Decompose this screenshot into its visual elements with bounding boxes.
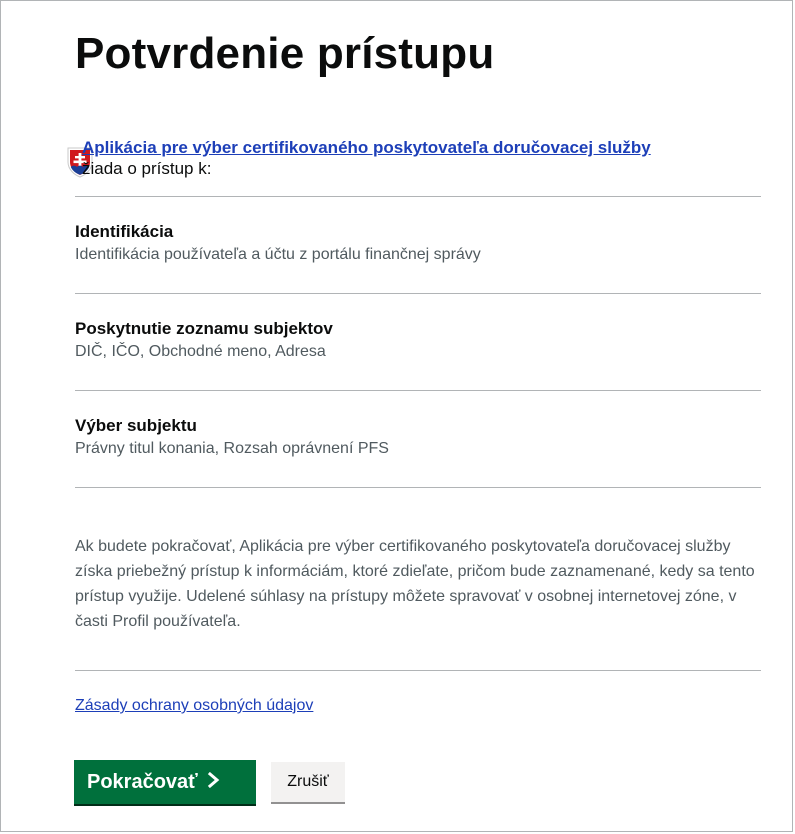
divider [75,487,761,488]
scope-title: Výber subjektu [75,416,197,435]
scope-item-zoznam-subjektov: Poskytnutie zoznamu subjektov DIČ, IČO, … [75,294,761,390]
divider [75,670,761,671]
privacy-policy-link[interactable]: Zásady ochrany osobných údajov [75,696,313,716]
scope-item-vyber-subjektu: Výber subjektu Právny titul konania, Roz… [75,391,761,487]
consent-panel: Potvrdenie prístupu Aplikácia pre výber … [67,0,761,804]
continue-label: Pokračovať [87,770,198,793]
page-title: Potvrdenie prístupu [75,29,495,78]
scope-description: Právny titul konania, Rozsah oprávnení P… [75,440,389,457]
scope-title: Poskytnutie zoznamu subjektov [75,319,333,338]
continue-button[interactable]: Pokračovať [74,760,256,804]
consent-notice: Ak budete pokračovať, Aplikácia pre výbe… [75,538,755,630]
scope-title: Identifikácia [75,222,174,241]
cancel-button[interactable]: Zrušiť [271,762,345,802]
requester-block: Aplikácia pre výber certifikovaného posk… [67,138,761,178]
scope-item-identifikacia: Identifikácia Identifikácia používateľa … [75,197,761,293]
chevron-right-icon [207,771,220,794]
scope-description: DIČ, IČO, Obchodné meno, Adresa [75,343,326,360]
requester-request-text: žiada o prístup k: [82,159,212,178]
scope-description: Identifikácia používateľa a účtu z portá… [75,246,481,263]
requester-app-link[interactable]: Aplikácia pre výber certifikovaného posk… [82,138,651,158]
